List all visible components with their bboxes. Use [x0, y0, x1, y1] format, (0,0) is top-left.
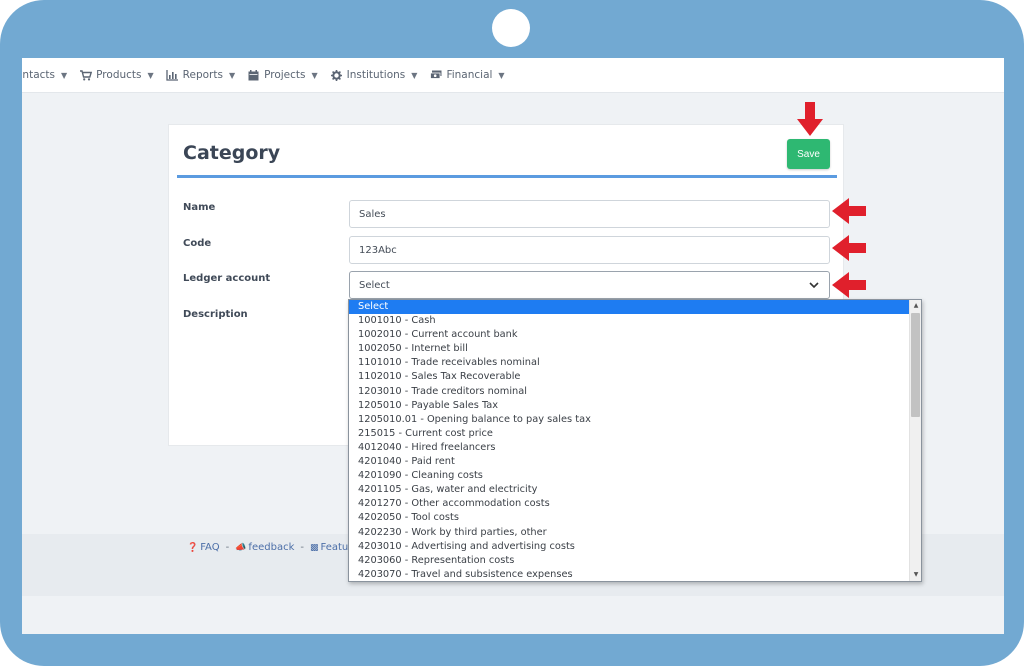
dropdown-option-selected[interactable]: Select: [349, 300, 910, 315]
arrow-down-icon: [797, 102, 823, 136]
question-icon: ❓: [187, 542, 199, 553]
top-navbar: ontacts ▼ Products ▼ Reports ▼: [22, 58, 1004, 93]
nav-contacts[interactable]: ontacts ▼: [22, 69, 67, 81]
scroll-up-icon[interactable]: ▲: [912, 302, 920, 310]
feedback-link[interactable]: feedback: [248, 542, 294, 553]
dropdown-option[interactable]: 4012040 - Hired freelancers: [349, 441, 910, 455]
code-input[interactable]: 123Abc: [349, 236, 830, 264]
nav-reports-label: Reports: [182, 69, 223, 81]
scroll-down-icon[interactable]: ▼: [912, 571, 920, 579]
cart-icon: [79, 69, 92, 81]
dropdown-option[interactable]: 4203070 - Travel and subsistence expense…: [349, 568, 910, 581]
dropdown-option[interactable]: 4203060 - Representation costs: [349, 554, 910, 568]
scroll-thumb[interactable]: [911, 313, 920, 417]
dropdown-option[interactable]: 215015 - Current cost price: [349, 427, 910, 441]
title-divider: [177, 175, 837, 178]
device-frame: ontacts ▼ Products ▼ Reports ▼: [0, 0, 1024, 666]
nav-projects-label: Projects: [264, 69, 306, 81]
ledger-account-label: Ledger account: [183, 273, 271, 284]
chevron-down-icon: ▼: [228, 70, 236, 80]
calendar-icon: [247, 69, 260, 81]
dropdown-option[interactable]: 4203010 - Advertising and advertising co…: [349, 540, 910, 554]
chevron-down-icon: ▼: [498, 70, 505, 80]
page-title: Category: [183, 142, 281, 164]
dropdown-option[interactable]: 1203010 - Trade creditors nominal: [349, 385, 910, 399]
name-input-value: Sales: [359, 208, 386, 220]
ledger-account-value: Select: [359, 279, 390, 291]
nav-financial[interactable]: Financial ▼: [429, 69, 505, 81]
ledger-account-dropdown[interactable]: Select 1001010 - Cash 1002010 - Current ac…: [348, 299, 922, 582]
chevron-down-icon: ▼: [411, 70, 418, 80]
chevron-down-icon: ▼: [311, 70, 318, 80]
chevron-down-icon: ▼: [147, 70, 154, 80]
arrow-left-icon: [832, 198, 866, 224]
chevron-down-icon: [809, 280, 819, 290]
nav-products[interactable]: Products ▼: [79, 69, 154, 81]
code-input-value: 123Abc: [359, 244, 397, 256]
nav-projects[interactable]: Projects ▼: [247, 69, 318, 81]
nav-contacts-label: ontacts: [22, 69, 55, 81]
dropdown-option[interactable]: 4201270 - Other accommodation costs: [349, 497, 910, 511]
dropdown-option[interactable]: 4202230 - Work by third parties, other: [349, 526, 910, 540]
dropdown-option[interactable]: 1001010 - Cash: [349, 314, 910, 328]
nav-products-label: Products: [96, 69, 142, 81]
arrow-left-icon: [832, 235, 866, 261]
dropdown-option[interactable]: 4201105 - Gas, water and electricity: [349, 483, 910, 497]
faq-link[interactable]: FAQ: [200, 542, 219, 553]
dropdown-option[interactable]: 1002050 - Internet bill: [349, 342, 910, 356]
ledger-account-select[interactable]: Select: [349, 271, 830, 299]
dropdown-option[interactable]: 1002010 - Current account bank: [349, 328, 910, 342]
dropdown-option[interactable]: 4201090 - Cleaning costs: [349, 469, 910, 483]
chevron-down-icon: ▼: [61, 70, 68, 80]
arrow-left-icon: [832, 272, 866, 298]
dropdown-option[interactable]: 1205010.01 - Opening balance to pay sale…: [349, 413, 910, 427]
nav-institutions[interactable]: Institutions ▼: [330, 69, 418, 81]
dropdown-option[interactable]: 4202050 - Tool costs: [349, 511, 910, 525]
separator: -: [300, 542, 304, 553]
name-label: Name: [183, 202, 216, 213]
dropdown-scrollbar[interactable]: ▲ ▼: [909, 300, 921, 581]
footer-links: ❓ FAQ - 📣 feedback - ▩ Feature: [187, 542, 358, 553]
gear-icon: [330, 69, 343, 81]
separator: -: [225, 542, 230, 553]
app-screen: ontacts ▼ Products ▼ Reports ▼: [22, 58, 1004, 634]
dropdown-option[interactable]: 4201040 - Paid rent: [349, 455, 910, 469]
dropdown-option[interactable]: 1102010 - Sales Tax Recoverable: [349, 370, 910, 384]
code-label: Code: [183, 238, 212, 249]
nav-financial-label: Financial: [446, 69, 493, 81]
dropdown-option[interactable]: 1205010 - Payable Sales Tax: [349, 399, 910, 413]
megaphone-icon: 📣: [235, 542, 247, 553]
description-label: Description: [183, 309, 248, 320]
bar-chart-icon: [166, 69, 179, 81]
camera-dot: [492, 9, 530, 47]
save-button[interactable]: Save: [787, 139, 830, 169]
name-input[interactable]: Sales: [349, 200, 830, 228]
money-icon: [429, 69, 442, 81]
dropdown-option[interactable]: 1101010 - Trade receivables nominal: [349, 356, 910, 370]
nav-reports[interactable]: Reports ▼: [166, 69, 235, 81]
nav-institutions-label: Institutions: [346, 69, 406, 81]
dropdown-options: Select 1001010 - Cash 1002010 - Current ac…: [349, 300, 910, 581]
rss-icon: ▩: [309, 542, 319, 553]
